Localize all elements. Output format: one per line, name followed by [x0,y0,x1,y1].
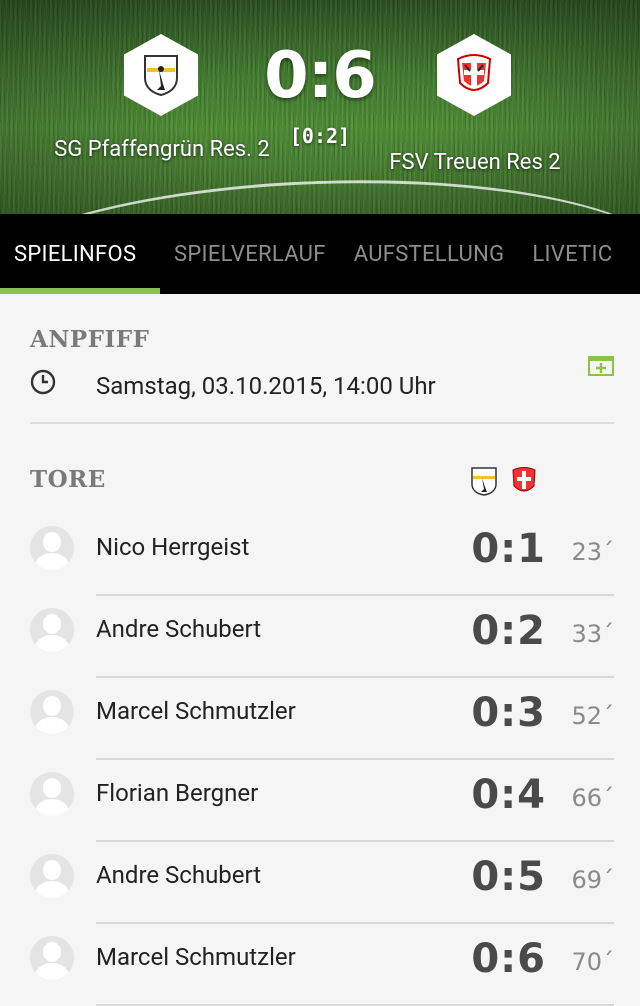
player-avatar [30,526,74,570]
goal-row[interactable]: Andre Schubert 0:5 69´ [30,842,614,924]
goal-scorer: Marcel Schmutzler [96,697,296,725]
goal-scorer: Andre Schubert [96,861,262,889]
goal-score: 0:1 [471,526,546,572]
goal-score: 0:2 [471,608,546,654]
away-crest-icon [456,54,492,91]
goal-scorer: Andre Schubert [96,615,262,643]
goals-title: TORE [30,466,106,493]
goal-minute: 52´ [571,702,614,730]
kickoff-title: ANPFIFF [30,326,150,353]
goal-score: 0:5 [471,854,546,900]
player-avatar [30,772,74,816]
goal-row[interactable]: Marcel Schmutzler 0:6 70´ [30,924,614,1006]
goal-minute: 66´ [571,784,614,812]
goal-row[interactable]: Nico Herrgeist 0:1 23´ [30,514,614,596]
goal-score: 0:3 [471,690,546,736]
match-header: SG Pfaffengrün Res. 2 0:6 [0:2] FSV Treu… [0,0,640,214]
goal-row[interactable]: Marcel Schmutzler 0:3 52´ [30,678,614,760]
goal-row[interactable]: Andre Schubert 0:2 33´ [30,596,614,678]
goal-minute: 69´ [571,866,614,894]
goal-row[interactable]: Florian Bergner 0:4 66´ [30,760,614,842]
player-avatar [30,608,74,652]
away-team-name: FSV Treuen Res 2 [389,150,561,175]
player-avatar [30,854,74,898]
tab-bar: SPIELINFOS SPIELVERLAUF AUFSTELLUNG LIVE… [0,214,640,294]
goal-scorer: Florian Bergner [96,779,259,807]
player-avatar [30,690,74,734]
goal-minute: 23´ [571,538,614,566]
clock-icon [30,369,56,395]
tab-liveticker[interactable]: LIVETIC [518,214,626,294]
goal-scorer: Marcel Schmutzler [96,943,296,971]
goal-scorer: Nico Herrgeist [96,533,250,561]
home-team-name: SG Pfaffengrün Res. 2 [54,137,270,162]
home-mini-crest-icon [471,467,497,496]
tab-spielinfos[interactable]: SPIELINFOS [0,214,160,294]
goal-score: 0:4 [471,772,546,818]
tab-spielverlauf[interactable]: SPIELVERLAUF [160,214,340,294]
kickoff-section: ANPFIFF Samstag, 03.10.2015, 14:00 Uhr [30,294,614,424]
halftime-score: [0:2] [289,124,351,148]
home-crest-icon [144,55,178,96]
final-score: 0:6 [264,39,377,113]
goal-minute: 70´ [571,948,614,976]
goal-score: 0:6 [471,936,546,982]
away-mini-crest-icon [512,467,536,492]
tab-aufstellung[interactable]: AUFSTELLUNG [340,214,519,294]
goal-minute: 33´ [571,620,614,648]
kickoff-datetime: Samstag, 03.10.2015, 14:00 Uhr [96,372,436,400]
player-avatar [30,936,74,980]
goals-header: TORE [30,424,614,514]
match-info-content: ANPFIFF Samstag, 03.10.2015, 14:00 Uhr T… [0,294,640,1006]
add-to-calendar-icon[interactable] [588,354,614,376]
